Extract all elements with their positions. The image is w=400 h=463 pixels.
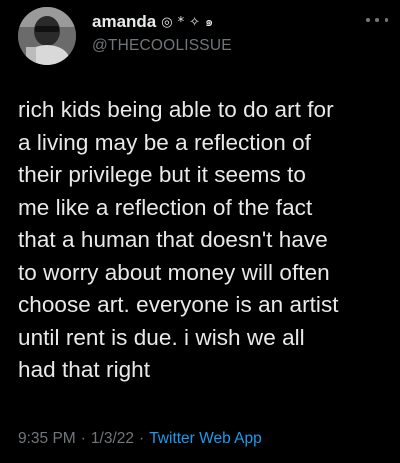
- more-dot: [366, 18, 370, 22]
- more-options-icon[interactable]: [366, 15, 388, 25]
- meta-separator: ·: [139, 430, 145, 447]
- tweet-line: rich kids being able to do art for: [18, 97, 334, 122]
- user-handle[interactable]: @THECOOLISSUE: [92, 37, 232, 55]
- tweet-line: their privilege but it seems to: [18, 162, 306, 187]
- badge-emoji-2: *: [177, 14, 185, 30]
- badge-emoji-3: ✧: [189, 14, 200, 30]
- tweet-line: that a human that doesn't have: [18, 227, 328, 252]
- tweet-source-link[interactable]: Twitter Web App: [149, 430, 262, 447]
- tweet-meta: 9:35 PM · 1/3/22 · Twitter Web App: [18, 430, 262, 448]
- tweet-card: amanda ◎ * ✧ ๑ @THECOOLISSUE rich kids b…: [0, 0, 400, 463]
- tweet-line: me like a reflection of the fact: [18, 194, 313, 220]
- user-info: amanda ◎ * ✧ ๑ @THECOOLISSUE: [92, 11, 232, 55]
- badge-emoji-4: ๑: [205, 14, 214, 30]
- display-name-row: amanda ◎ * ✧ ๑: [92, 11, 232, 33]
- tweet-line: a living may be a reflection of: [18, 129, 311, 155]
- tweet-line: choose art. everyone is an artist: [18, 292, 339, 317]
- tweet-line: until rent is due. i wish we all: [18, 324, 305, 350]
- badge-emoji-1: ◎: [161, 14, 173, 30]
- more-dot: [384, 18, 388, 22]
- tweet-text: rich kids being able to do art for a liv…: [18, 94, 390, 387]
- tweet-line: to worry about money will often: [18, 259, 330, 285]
- more-dot: [375, 18, 379, 22]
- tweet-header: amanda ◎ * ✧ ๑ @THECOOLISSUE: [18, 7, 388, 67]
- avatar[interactable]: [18, 7, 76, 65]
- tweet-date[interactable]: 1/3/22: [91, 430, 134, 447]
- meta-separator: ·: [80, 430, 86, 447]
- tweet-time[interactable]: 9:35 PM: [18, 430, 76, 447]
- display-name[interactable]: amanda: [92, 12, 156, 32]
- tweet-line: had that right: [18, 357, 151, 382]
